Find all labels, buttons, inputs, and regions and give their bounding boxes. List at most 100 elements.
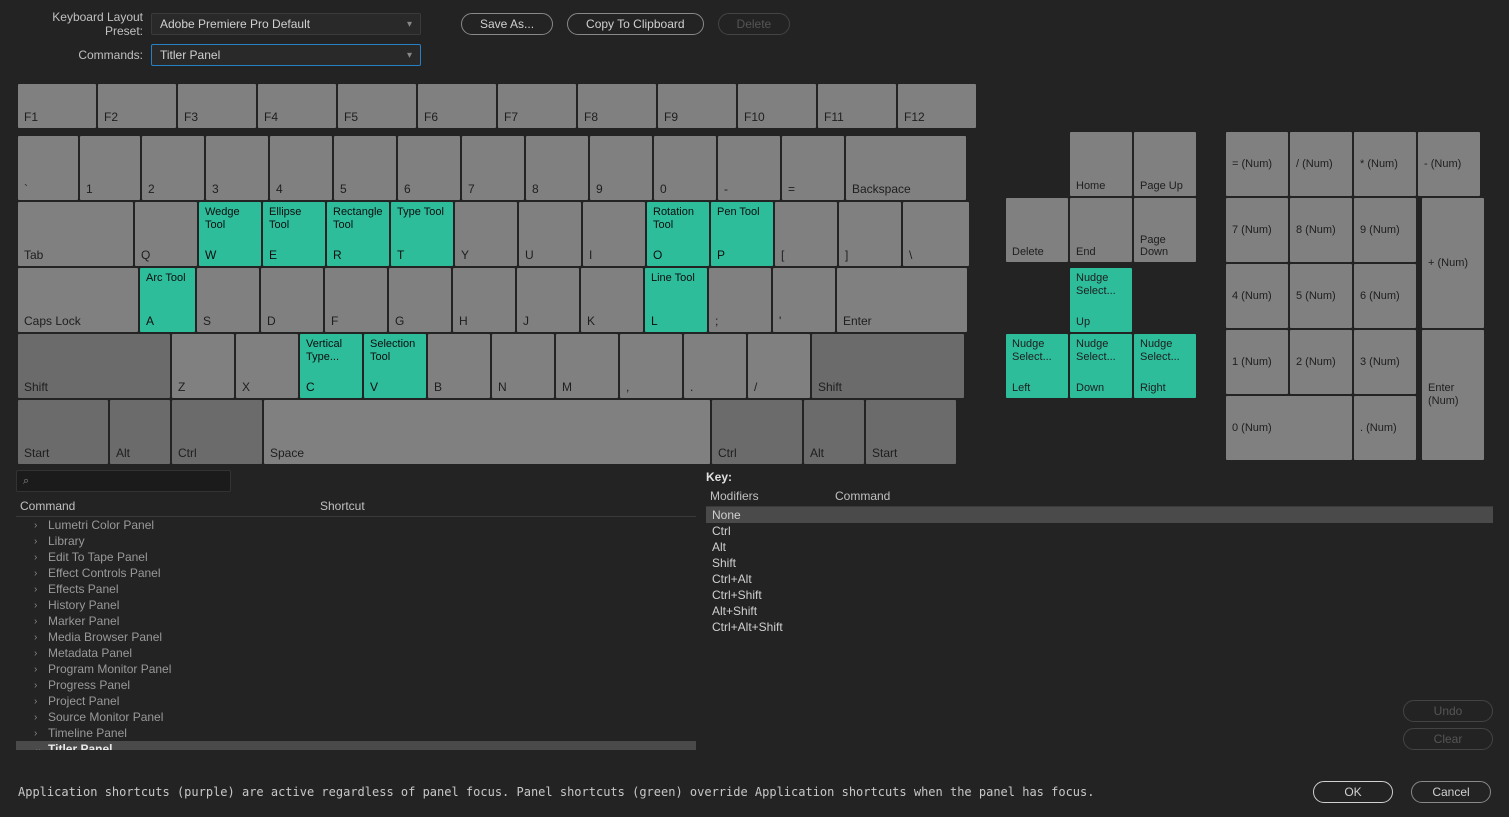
- numkey--num-[interactable]: = (Num): [1226, 132, 1288, 196]
- numkey-1-num-[interactable]: 1 (Num): [1226, 330, 1288, 394]
- modifier-item[interactable]: Ctrl+Alt: [706, 571, 1493, 587]
- key-delete[interactable]: Delete: [1006, 198, 1068, 262]
- search-input[interactable]: ⌕: [16, 470, 231, 492]
- modifier-item[interactable]: Ctrl+Shift: [706, 587, 1493, 603]
- key-f7[interactable]: F7: [498, 84, 576, 128]
- numkey-0-num-[interactable]: 0 (Num): [1226, 396, 1352, 460]
- cmd-item[interactable]: ›Effects Panel: [16, 581, 696, 597]
- key-alt[interactable]: Alt: [804, 400, 864, 464]
- col-modifiers[interactable]: Modifiers: [706, 486, 831, 506]
- key--[interactable]: .: [684, 334, 746, 398]
- key-z[interactable]: Z: [172, 334, 234, 398]
- numkey-3-num-[interactable]: 3 (Num): [1354, 330, 1416, 394]
- key-f2[interactable]: F2: [98, 84, 176, 128]
- key-w[interactable]: Wedge ToolW: [199, 202, 261, 266]
- key-5[interactable]: 5: [334, 136, 396, 200]
- arrow-down-key[interactable]: Nudge Select... Down: [1070, 334, 1132, 398]
- key-9[interactable]: 9: [590, 136, 652, 200]
- numkey--num-[interactable]: . (Num): [1354, 396, 1416, 460]
- copy-clipboard-button[interactable]: Copy To Clipboard: [567, 13, 704, 35]
- key--[interactable]: [: [775, 202, 837, 266]
- save-as-button[interactable]: Save As...: [461, 13, 553, 35]
- key-h[interactable]: H: [453, 268, 515, 332]
- arrow-right-key[interactable]: Nudge Select... Right: [1134, 334, 1196, 398]
- key-8[interactable]: 8: [526, 136, 588, 200]
- cmd-item[interactable]: ›Timeline Panel: [16, 725, 696, 741]
- key--[interactable]: =: [782, 136, 844, 200]
- key-caps-lock[interactable]: Caps Lock: [18, 268, 138, 332]
- cmd-item[interactable]: ›Edit To Tape Panel: [16, 549, 696, 565]
- key-f3[interactable]: F3: [178, 84, 256, 128]
- arrow-left-key[interactable]: Nudge Select... Left: [1006, 334, 1068, 398]
- key-m[interactable]: M: [556, 334, 618, 398]
- key-shift[interactable]: Shift: [812, 334, 964, 398]
- cmd-item[interactable]: ›Project Panel: [16, 693, 696, 709]
- numkey-5-num-[interactable]: 5 (Num): [1290, 264, 1352, 328]
- key-r[interactable]: Rectangle ToolR: [327, 202, 389, 266]
- key-f4[interactable]: F4: [258, 84, 336, 128]
- numpad-enter-key[interactable]: Enter (Num): [1422, 330, 1484, 460]
- cmd-item[interactable]: ›Program Monitor Panel: [16, 661, 696, 677]
- key--[interactable]: /: [748, 334, 810, 398]
- key-o[interactable]: Rotation ToolO: [647, 202, 709, 266]
- key-b[interactable]: B: [428, 334, 490, 398]
- key-n[interactable]: N: [492, 334, 554, 398]
- key-s[interactable]: S: [197, 268, 259, 332]
- numkey-9-num-[interactable]: 9 (Num): [1354, 198, 1416, 262]
- key-k[interactable]: K: [581, 268, 643, 332]
- key-backspace[interactable]: Backspace: [846, 136, 966, 200]
- modifier-item[interactable]: Ctrl+Alt+Shift: [706, 619, 1493, 635]
- key-tab[interactable]: Tab: [18, 202, 133, 266]
- numkey--num-[interactable]: * (Num): [1354, 132, 1416, 196]
- key-page-down[interactable]: Page Down: [1134, 198, 1196, 262]
- cancel-button[interactable]: Cancel: [1411, 781, 1491, 803]
- key-d[interactable]: D: [261, 268, 323, 332]
- key-a[interactable]: Arc ToolA: [140, 268, 195, 332]
- numkey-4-num-[interactable]: 4 (Num): [1226, 264, 1288, 328]
- col-shortcut[interactable]: Shortcut: [316, 496, 696, 516]
- key--[interactable]: ': [773, 268, 835, 332]
- cmd-item[interactable]: ›Progress Panel: [16, 677, 696, 693]
- key-f6[interactable]: F6: [418, 84, 496, 128]
- modifier-item[interactable]: Shift: [706, 555, 1493, 571]
- key-1[interactable]: 1: [80, 136, 140, 200]
- modifier-item[interactable]: Alt: [706, 539, 1493, 555]
- cmd-item[interactable]: ›Marker Panel: [16, 613, 696, 629]
- key-t[interactable]: Type ToolT: [391, 202, 453, 266]
- key-page-up[interactable]: Page Up: [1134, 132, 1196, 196]
- commands-dropdown[interactable]: Titler Panel ▾: [151, 44, 421, 66]
- cmd-item[interactable]: ›Metadata Panel: [16, 645, 696, 661]
- numpad-plus-key[interactable]: + (Num): [1422, 198, 1484, 328]
- key-q[interactable]: Q: [135, 202, 197, 266]
- key-shift[interactable]: Shift: [18, 334, 170, 398]
- key-start[interactable]: Start: [18, 400, 108, 464]
- key-f11[interactable]: F11: [818, 84, 896, 128]
- cmd-item[interactable]: ›History Panel: [16, 597, 696, 613]
- cmd-item-selected[interactable]: ⌄Titler Panel: [16, 741, 696, 750]
- key-enter[interactable]: Enter: [837, 268, 967, 332]
- key-alt[interactable]: Alt: [110, 400, 170, 464]
- key-6[interactable]: 6: [398, 136, 460, 200]
- key-3[interactable]: 3: [206, 136, 268, 200]
- preset-dropdown[interactable]: Adobe Premiere Pro Default ▾: [151, 13, 421, 35]
- key-home[interactable]: Home: [1070, 132, 1132, 196]
- numkey-7-num-[interactable]: 7 (Num): [1226, 198, 1288, 262]
- key--[interactable]: -: [718, 136, 780, 200]
- numkey-2-num-[interactable]: 2 (Num): [1290, 330, 1352, 394]
- ok-button[interactable]: OK: [1313, 781, 1393, 803]
- key-f9[interactable]: F9: [658, 84, 736, 128]
- key-c[interactable]: Vertical Type...C: [300, 334, 362, 398]
- key-l[interactable]: Line ToolL: [645, 268, 707, 332]
- key-f8[interactable]: F8: [578, 84, 656, 128]
- key-p[interactable]: Pen ToolP: [711, 202, 773, 266]
- modifier-item[interactable]: Ctrl: [706, 523, 1493, 539]
- key-start[interactable]: Start: [866, 400, 956, 464]
- cmd-item[interactable]: ›Media Browser Panel: [16, 629, 696, 645]
- col-command2[interactable]: Command: [831, 486, 1493, 506]
- numkey--num-[interactable]: / (Num): [1290, 132, 1352, 196]
- arrow-up-key[interactable]: Nudge Select... Up: [1070, 268, 1132, 332]
- key-g[interactable]: G: [389, 268, 451, 332]
- modifier-list[interactable]: NoneCtrlAltShiftCtrl+AltCtrl+ShiftAlt+Sh…: [706, 507, 1493, 750]
- key-f12[interactable]: F12: [898, 84, 976, 128]
- modifier-item[interactable]: None: [706, 507, 1493, 523]
